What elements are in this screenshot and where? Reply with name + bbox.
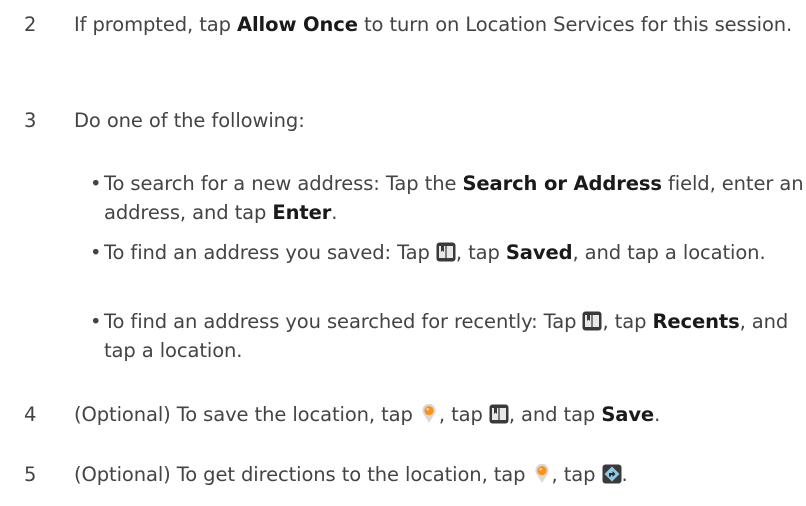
- list-item-text: To find an address you saved: Tap , tap …: [104, 241, 766, 264]
- step-number: 3: [24, 109, 37, 132]
- step-text: (Optional) To save the location, tap , t…: [74, 403, 661, 426]
- list-item: • To find an address you searched for re…: [90, 307, 806, 365]
- step-number: 2: [24, 13, 37, 36]
- step-2: 2 If prompted, tap Allow Once to turn on…: [24, 10, 794, 39]
- list-item-text: To search for a new address: Tap the Sea…: [104, 172, 804, 224]
- step-3: 3 Do one of the following:: [24, 106, 794, 135]
- list-item-text: To find an address you searched for rece…: [104, 310, 789, 362]
- allow-once-label: Allow Once: [236, 13, 358, 36]
- bullet-dot: •: [90, 172, 102, 195]
- saved-label: Saved: [505, 241, 573, 264]
- list-item: • To find an address you saved: Tap , ta…: [90, 238, 806, 267]
- bullet-dot: •: [90, 241, 102, 264]
- search-or-address-label: Search or Address: [462, 172, 662, 195]
- recents-label: Recents: [652, 310, 740, 333]
- bullet-dot: •: [90, 310, 102, 333]
- step-text: Do one of the following:: [74, 109, 305, 132]
- bookmarks-icon: [489, 404, 509, 424]
- enter-label: Enter: [272, 201, 332, 224]
- list-item: • To search for a new address: Tap the S…: [90, 169, 806, 227]
- location-pin-icon: [422, 404, 436, 423]
- save-label: Save: [601, 403, 655, 426]
- help-page: 2 If prompted, tap Allow Once to turn on…: [0, 0, 806, 506]
- step-4: 4 (Optional) To save the location, tap ,…: [24, 400, 794, 429]
- directions-icon: [602, 464, 622, 484]
- step-text: (Optional) To get directions to the loca…: [74, 463, 628, 486]
- step-text: If prompted, tap Allow Once to turn on L…: [74, 13, 793, 36]
- bookmarks-icon: [582, 311, 602, 331]
- step-5: 5 (Optional) To get directions to the lo…: [24, 460, 794, 489]
- step-number: 4: [24, 403, 37, 426]
- bookmarks-icon: [436, 242, 456, 262]
- step-number: 5: [24, 463, 37, 486]
- location-pin-icon: [535, 464, 549, 483]
